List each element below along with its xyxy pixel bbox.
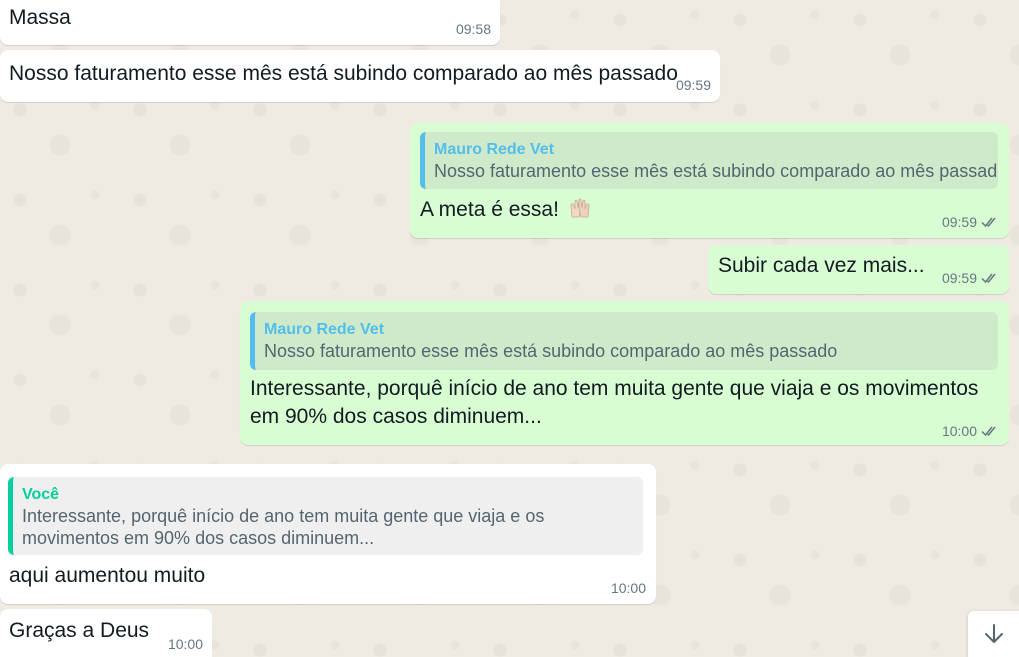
chat-area[interactable]: Massa 09:58 Nosso faturamento esse mês e…: [0, 0, 1019, 657]
message-time: 10:00: [168, 636, 203, 652]
message-bubble-incoming[interactable]: Graças a Deus 10:00: [0, 609, 212, 657]
message-time-label: 10:00: [610, 580, 646, 596]
raising-hands-emoji: [569, 197, 591, 219]
message-time-label: 09:59: [675, 77, 711, 93]
quoted-text: Nosso faturamento esse mês está subindo …: [434, 161, 998, 181]
message-text: Nosso faturamento esse mês está subindo …: [9, 62, 678, 85]
double-check-icon: [981, 273, 996, 284]
message-text: aqui aumentou muito: [9, 564, 206, 587]
message-time: 09:59: [942, 214, 999, 230]
message-text: Subir cada vez mais...: [718, 254, 925, 277]
quoted-text: Interessante, porquê início de ano tem m…: [22, 506, 545, 548]
message-text-line: A meta é essa!: [420, 196, 591, 224]
quoted-message[interactable]: Você Interessante, porquê início de ano …: [8, 477, 643, 555]
message-text: Massa: [9, 6, 71, 29]
message-time-label: 09:59: [941, 270, 977, 286]
message-time: 10:00: [611, 580, 646, 596]
message-time-label: 10:00: [167, 636, 203, 652]
message-text: Interessante, porquê início de ano tem m…: [250, 377, 979, 428]
quoted-author: Mauro Rede Vet: [434, 141, 555, 158]
double-check-icon: [981, 426, 996, 437]
message-time: 09:59: [942, 270, 999, 286]
quoted-author: Você: [22, 486, 60, 503]
quoted-message[interactable]: Mauro Rede Vet Nosso faturamento esse mê…: [420, 132, 998, 189]
message-bubble-incoming[interactable]: Massa 09:58: [0, 0, 500, 45]
message-text: Graças a Deus: [9, 619, 150, 642]
message-bubble-outgoing[interactable]: Mauro Rede Vet Nosso faturamento esse mê…: [240, 301, 1009, 445]
quoted-text: Nosso faturamento esse mês está subindo …: [264, 341, 838, 361]
message-time-label: 09:58: [455, 21, 491, 37]
message-time-label: 09:59: [941, 214, 977, 230]
message-bubble-outgoing[interactable]: Mauro Rede Vet Nosso faturamento esse mê…: [410, 123, 1009, 238]
scroll-to-bottom-button[interactable]: [968, 611, 1019, 657]
message-time-label: 10:00: [941, 423, 977, 439]
message-bubble-outgoing[interactable]: Subir cada vez mais... 09:59: [708, 245, 1009, 294]
quoted-author: Mauro Rede Vet: [264, 321, 385, 338]
message-bubble-incoming[interactable]: Nosso faturamento esse mês está subindo …: [0, 50, 720, 102]
double-check-icon: [981, 217, 996, 228]
message-time: 09:58: [456, 21, 491, 37]
message-bubble-incoming[interactable]: Você Interessante, porquê início de ano …: [0, 464, 656, 604]
arrow-down-icon: [984, 624, 1003, 643]
message-time: 09:59: [676, 77, 711, 93]
quoted-message[interactable]: Mauro Rede Vet Nosso faturamento esse mê…: [250, 312, 998, 370]
message-text: A meta é essa!: [420, 198, 559, 221]
message-time: 10:00: [942, 423, 999, 439]
